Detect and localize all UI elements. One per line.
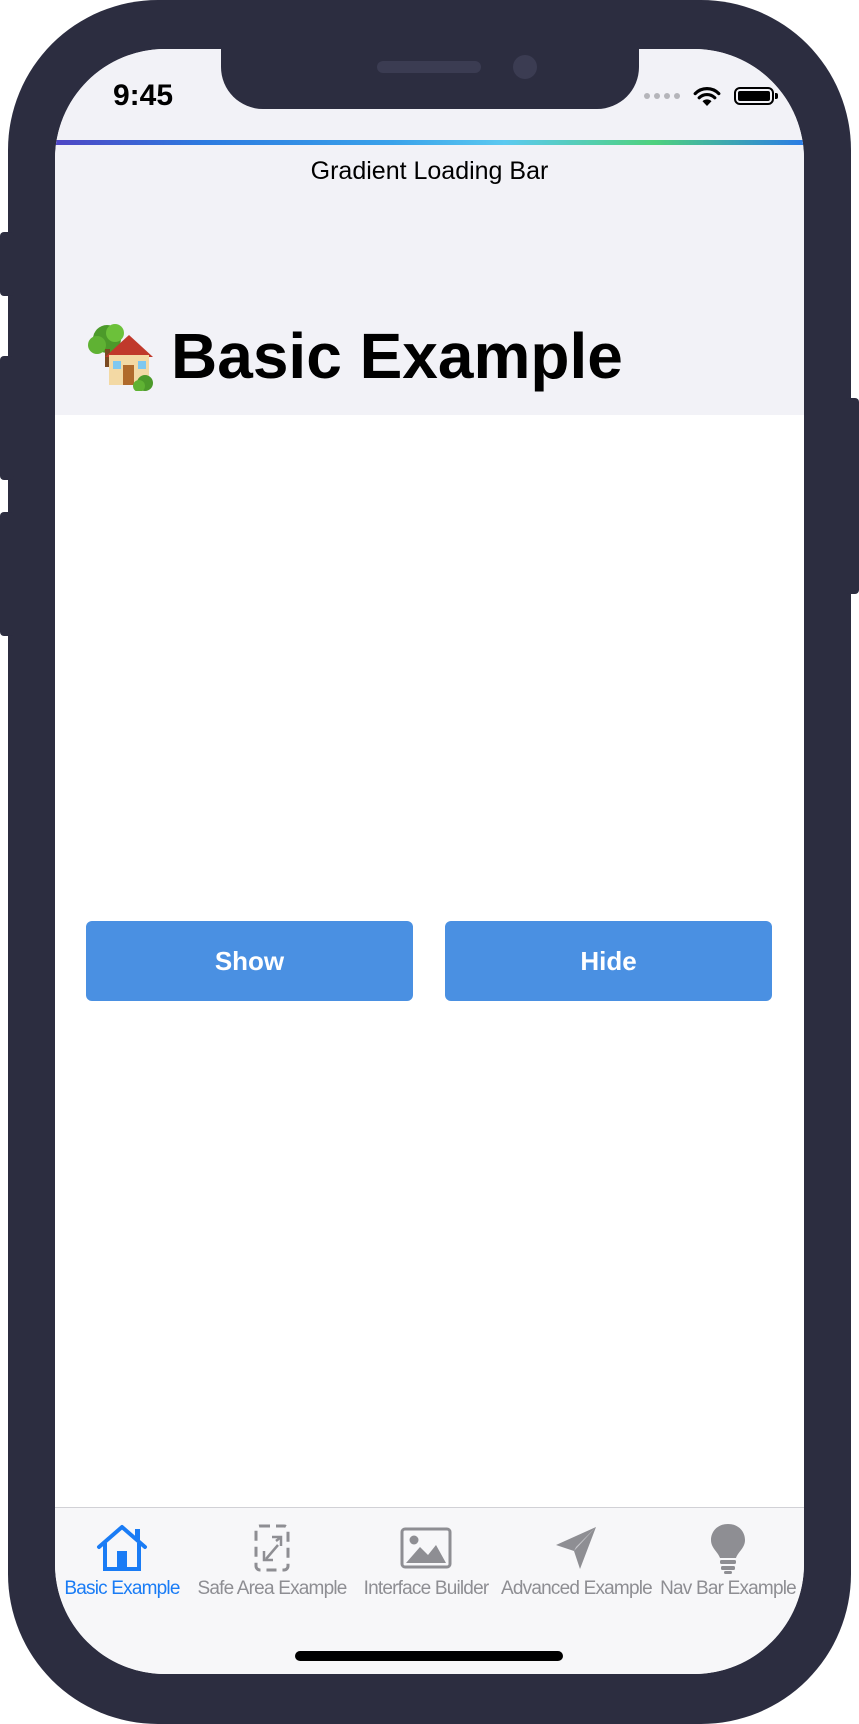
tab-label: Interface Builder: [363, 1578, 490, 1599]
tab-nav-bar-example[interactable]: Nav Bar Example: [653, 1520, 803, 1600]
tab-bar: Basic Example Safe Area Example Interfac…: [55, 1507, 804, 1674]
mute-switch: [0, 232, 14, 296]
hide-button[interactable]: Hide: [445, 921, 772, 1001]
wifi-icon: [693, 87, 721, 106]
nav-title: Gradient Loading Bar: [310, 157, 549, 185]
cellular-signal-icon: [644, 93, 680, 99]
gradient-loading-bar: [55, 140, 804, 145]
resize-arrows-icon: [254, 1524, 290, 1572]
tab-label: Basic Example: [64, 1578, 180, 1599]
battery-icon: [734, 87, 778, 105]
house-with-garden-icon: [88, 324, 153, 391]
tab-label: Nav Bar Example: [660, 1578, 797, 1599]
tab-label: Advanced Example: [501, 1578, 653, 1599]
power-button: [845, 398, 859, 594]
house-icon: [97, 1525, 147, 1571]
page-title-text: Basic Example: [171, 320, 623, 392]
photo-icon: [400, 1527, 452, 1569]
notch: [221, 49, 639, 109]
action-buttons: Show Hide: [86, 921, 772, 1001]
tab-label: Safe Area Example: [197, 1578, 347, 1599]
volume-down-button: [0, 512, 14, 636]
tab-safe-area-example[interactable]: Safe Area Example: [197, 1520, 347, 1600]
volume-up-button: [0, 356, 14, 480]
tab-interface-builder[interactable]: Interface Builder: [351, 1520, 501, 1600]
front-camera: [513, 55, 537, 79]
show-button[interactable]: Show: [86, 921, 413, 1001]
home-indicator[interactable]: [295, 1651, 563, 1661]
page-title: Basic Example: [87, 319, 623, 393]
paper-plane-icon: [556, 1527, 596, 1569]
status-time: 9:45: [113, 79, 174, 112]
tab-basic-example[interactable]: Basic Example: [55, 1520, 197, 1600]
tab-advanced-example[interactable]: Advanced Example: [501, 1520, 653, 1600]
speaker-grille: [377, 61, 481, 73]
screen: 9:45 Gradient Loading Bar Basic Example …: [55, 49, 804, 1674]
status-indicators: [644, 81, 778, 111]
lightbulb-icon: [711, 1524, 745, 1574]
